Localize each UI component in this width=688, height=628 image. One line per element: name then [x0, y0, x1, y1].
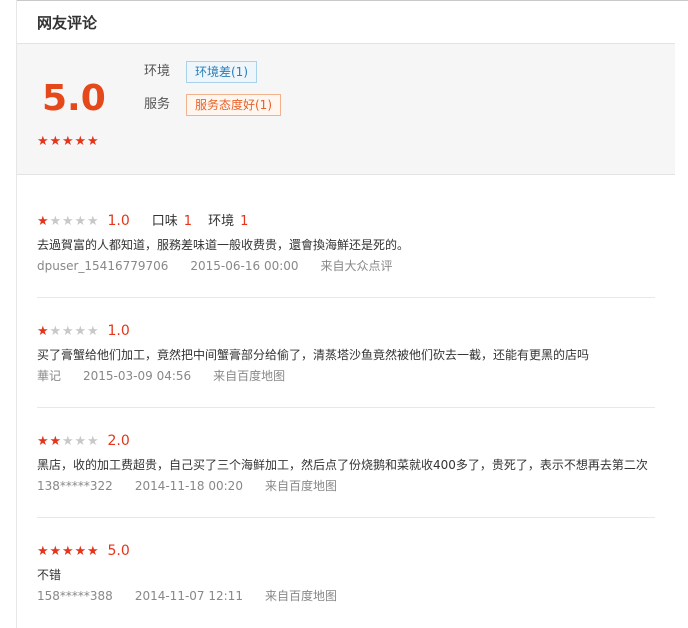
review-score: 5.0 [107, 543, 130, 559]
review-meta: 158*****388 2014-11-07 12:11 来自百度地图 [37, 587, 657, 605]
star-empty-icon: ★ [49, 324, 62, 339]
star-filled-icon: ★ [74, 134, 87, 149]
star-filled-icon: ★ [37, 324, 49, 339]
rating-summary-panel [17, 43, 675, 175]
star-empty-icon: ★ [62, 214, 74, 229]
review-source: 来自百度地图 [264, 589, 337, 603]
review-date: 2015-06-16 00:00 [190, 259, 299, 273]
tag-row-service: 服务 服务态度好(1) [144, 93, 281, 116]
star-filled-icon: ★ [37, 544, 49, 559]
review-text: 黑店，收的加工费超贵，自己买了三个海鲜加工，然后点了份烧鹅和菜就收400多了，贵… [37, 458, 648, 472]
tag-service-good[interactable]: 服务态度好(1) [186, 93, 281, 116]
star-filled-icon: ★ [37, 434, 49, 449]
tag-label-service: 服务 [144, 97, 171, 112]
star-empty-icon: ★ [49, 214, 62, 229]
star-empty-icon: ★ [62, 324, 74, 339]
review-header: ★★★★★ 5.0 [37, 541, 657, 561]
review-user: 158*****388 [37, 589, 113, 603]
tag-environment-poor[interactable]: 环境差(1) [186, 60, 257, 83]
star-filled-icon: ★ [62, 134, 74, 149]
review-source: 来自大众点评 [320, 259, 393, 273]
review-text: 不错 [37, 568, 62, 582]
star-filled-icon: ★ [74, 544, 87, 559]
review-source: 来自百度地图 [213, 369, 286, 383]
tag-label-environment: 环境 [144, 64, 171, 79]
review-date: 2014-11-07 12:11 [134, 589, 243, 603]
review-meta: 138*****322 2014-11-18 00:20 来自百度地图 [37, 477, 657, 495]
review-stars: ★★★★★ [37, 545, 100, 558]
sub-rating-label: 口味 [151, 214, 178, 229]
review-date: 2015-03-09 04:56 [83, 369, 192, 383]
review-user: 華记 [37, 369, 62, 383]
review-stars: ★★★★★ [37, 435, 100, 448]
review-score: 1.0 [107, 213, 130, 229]
review-meta: 華记 2015-03-09 04:56 来自百度地图 [37, 367, 657, 385]
sub-rating-value: 1 [183, 214, 193, 229]
review-stars: ★★★★★ [37, 325, 100, 338]
star-empty-icon: ★ [74, 434, 87, 449]
star-filled-icon: ★ [49, 434, 62, 449]
review-item: ★★★★★ 1.0 买了膏蟹给他们加工，竟然把中间蟹膏部分给偷了，清蒸塔沙鱼竟然被… [37, 321, 657, 385]
star-empty-icon: ★ [87, 434, 99, 449]
review-user: 138*****322 [37, 479, 113, 493]
review-divider [37, 407, 655, 408]
tag-row-environment: 环境 环境差(1) [144, 60, 257, 83]
overall-score: 5.0 [42, 78, 106, 119]
review-divider [37, 297, 655, 298]
review-date: 2014-11-18 00:20 [134, 479, 243, 493]
star-filled-icon: ★ [37, 214, 49, 229]
star-empty-icon: ★ [74, 324, 87, 339]
review-item: ★★★★★ 1.0 口味 1 环境 1 去過賀富的人都知道，服務差味道一般收费贵，還會換海… [37, 211, 657, 275]
star-filled-icon: ★ [49, 134, 62, 149]
sub-rating-value: 1 [240, 214, 249, 229]
review-stars: ★★★★★ [37, 215, 100, 228]
star-filled-icon: ★ [87, 544, 99, 559]
review-divider [37, 517, 655, 518]
star-empty-icon: ★ [74, 214, 87, 229]
review-header: ★★★★★ 1.0 口味 1 环境 1 [37, 211, 657, 231]
review-header: ★★★★★ 2.0 [37, 431, 657, 451]
review-sub-ratings: 口味 1 环境 1 [152, 214, 265, 229]
review-source: 来自百度地图 [264, 479, 337, 493]
review-item: ★★★★★ 2.0 黑店，收的加工费超贵，自己买了三个海鲜加工，然后点了份烧鹅和菜… [37, 431, 657, 495]
review-meta: dpuser_15416779706 2015-06-16 00:00 来自大众点评 [37, 257, 657, 275]
top-border [16, 0, 688, 1]
star-empty-icon: ★ [62, 434, 74, 449]
star-filled-icon: ★ [49, 544, 62, 559]
star-filled-icon: ★ [62, 544, 74, 559]
review-text: 买了膏蟹给他们加工，竟然把中间蟹膏部分给偷了，清蒸塔沙鱼竟然被他们砍去一截，还能… [37, 348, 590, 362]
review-text: 去過賀富的人都知道，服務差味道一般收费贵，還會換海鮮还是死的。 [37, 238, 410, 252]
review-score: 2.0 [107, 433, 130, 449]
overall-stars: ★★★★★ [37, 132, 100, 148]
review-user: dpuser_15416779706 [37, 259, 169, 273]
star-filled-icon: ★ [87, 134, 99, 149]
review-item: ★★★★★ 5.0 不错 158*****388 2014-11-07 12:11 来… [37, 541, 657, 605]
star-empty-icon: ★ [87, 324, 99, 339]
sub-rating-label: 环境 [208, 214, 235, 229]
star-filled-icon: ★ [37, 134, 49, 149]
review-header: ★★★★★ 1.0 [37, 321, 657, 341]
section-title: 网友评论 [37, 14, 98, 32]
review-score: 1.0 [107, 323, 130, 339]
star-empty-icon: ★ [87, 214, 99, 229]
